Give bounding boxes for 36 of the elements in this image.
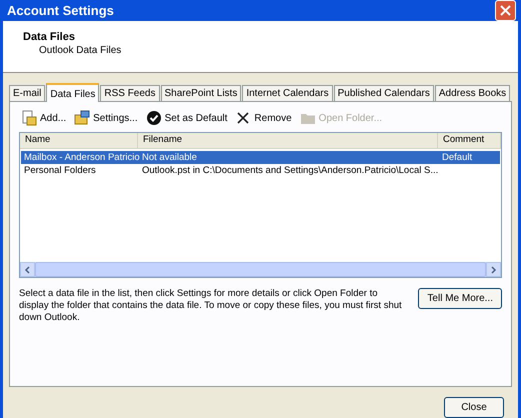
scroll-left-icon[interactable] xyxy=(20,262,35,277)
close-icon[interactable] xyxy=(495,0,516,21)
table-row[interactable]: Mailbox - Anderson Patricio Not available Default xyxy=(21,151,500,164)
help-text: Select a data file in the list, then click Settings for more details or click Open Folder to display the folder that contains the data file. To move or copy these files, you must first shut down Outlook. xyxy=(19,288,403,324)
table-row[interactable]: Personal Folders Outlook.pst in C:\Documents and Settings\Anderson.Patricio\Local S... xyxy=(21,164,500,177)
tab[interactable]: E-mail xyxy=(9,85,46,101)
close-button[interactable]: Close xyxy=(444,397,504,418)
tab[interactable]: Published Calendars xyxy=(334,85,434,101)
table-cell-text: Default xyxy=(441,151,474,164)
scrollbar-thumb[interactable] xyxy=(35,262,486,277)
table-cell-text: Outlook.pst in C:\Documents and Settings\Anderson.Patricio\Local S... xyxy=(141,164,440,177)
toolbar-button[interactable]: Add... xyxy=(21,110,66,126)
tab[interactable]: Internet Calendars xyxy=(242,85,333,101)
tab[interactable]: Address Books xyxy=(434,85,510,101)
settings-icon xyxy=(74,110,90,126)
header-title: Data Files xyxy=(23,31,76,43)
add-file-icon xyxy=(21,110,37,126)
tell-me-more-button[interactable]: Tell Me More... xyxy=(418,288,502,309)
remove-icon xyxy=(235,110,252,126)
toolbar-button[interactable]: Set as Default xyxy=(146,110,228,126)
data-file-list[interactable]: Name Filename Comment Mailbox - Anderson Patricio Not available Default Personal Folders Outlook.pst in C:\Documents and Settings\Anderson.Patricio\Local S... xyxy=(19,132,502,278)
toolbar-button[interactable]: Remove xyxy=(235,110,292,126)
toolbar-button[interactable]: Settings... xyxy=(74,110,138,126)
window-title: Account Settings xyxy=(7,3,114,18)
scroll-right-icon[interactable] xyxy=(486,262,501,277)
column-header[interactable]: Comment xyxy=(438,133,501,148)
tab[interactable]: SharePoint Lists xyxy=(160,85,242,101)
table-cell-text: Personal Folders xyxy=(23,164,97,177)
header-subtitle: Outlook Data Files xyxy=(38,45,122,56)
tab[interactable]: Data Files xyxy=(46,83,100,102)
column-header[interactable]: Name xyxy=(20,133,138,148)
table-cell-text: Not available xyxy=(141,151,198,164)
tab[interactable]: RSS Feeds xyxy=(100,85,160,101)
table-cell-text: Mailbox - Anderson Patricio xyxy=(23,151,141,164)
check-icon xyxy=(146,110,162,126)
column-header[interactable]: Filename xyxy=(138,133,438,148)
